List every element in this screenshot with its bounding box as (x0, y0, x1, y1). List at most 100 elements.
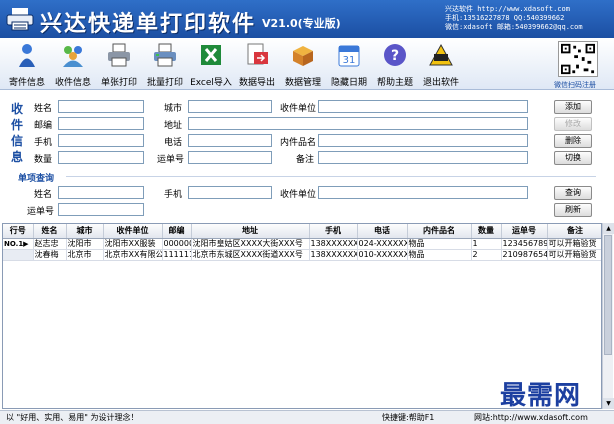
table-cell[interactable]: 北京市XX有限公 (103, 249, 163, 261)
column-header[interactable]: 姓名 (33, 224, 67, 239)
toolbar-label: 数据管理 (284, 78, 321, 88)
query-name-label: 姓名 (34, 190, 53, 200)
toolbar-excel-import-button[interactable]: Excel导入 (188, 40, 234, 88)
toolbar-label: 批量打印 (146, 78, 183, 88)
postcode-input[interactable] (58, 117, 144, 130)
table-cell[interactable]: 物品 (407, 238, 472, 250)
toolbar-single-print-button[interactable]: 单张打印 (96, 40, 142, 88)
table-cell[interactable]: 138XXXXXXXX (309, 238, 358, 250)
phone-input[interactable] (188, 134, 272, 147)
delete-button[interactable]: 删除 (554, 134, 592, 148)
column-header[interactable]: 行号 (3, 224, 34, 239)
toolbar-label: 退出软件 (422, 78, 459, 88)
waybill-input[interactable] (188, 151, 272, 164)
mobile-input[interactable] (58, 134, 144, 147)
table-row[interactable]: 沈春梅 北京市 北京市XX有限公 111111 北京市东城区XXXX街道XXX号… (3, 249, 601, 261)
edit-button[interactable]: 修改 (554, 117, 592, 131)
table-cell[interactable]: 沈春梅 (33, 249, 67, 261)
table-cell[interactable]: 赵志忠 (33, 238, 67, 250)
column-header[interactable]: 城市 (66, 224, 104, 239)
row-header[interactable] (3, 249, 34, 261)
item-label: 内件品名 (280, 138, 317, 148)
column-header[interactable]: 收件单位 (103, 224, 163, 239)
city-input[interactable] (188, 100, 272, 113)
column-header[interactable]: 邮编 (162, 224, 192, 239)
quantity-input[interactable] (58, 151, 144, 164)
table-cell[interactable]: 1 (471, 238, 502, 250)
column-header[interactable]: 内件品名 (407, 224, 472, 239)
query-waybill-input[interactable] (58, 203, 144, 216)
vertical-scrollbar[interactable]: ▲ ▼ (602, 223, 614, 409)
column-header[interactable]: 地址 (191, 224, 310, 239)
column-header[interactable]: 运单号 (501, 224, 548, 239)
table-cell[interactable]: 沈阳市皇姑区XXXX大街XXX号 (191, 238, 310, 250)
table-cell[interactable]: 沈阳市 (66, 238, 104, 250)
table-cell[interactable]: 210987654321 (501, 249, 548, 261)
phone-label: 电话 (164, 138, 183, 148)
address-label: 地址 (164, 121, 183, 131)
toolbar-label: 隐藏日期 (330, 78, 367, 88)
remark-input[interactable] (318, 151, 528, 164)
toolbar-exit-button[interactable]: 退出软件 (418, 40, 464, 88)
refresh-button[interactable]: 刷新 (554, 203, 592, 217)
table-cell[interactable]: 024-XXXXXXXX (357, 238, 408, 250)
table-cell[interactable]: 2 (471, 249, 502, 261)
table-cell[interactable]: 物品 (407, 249, 472, 261)
name-input[interactable] (58, 100, 144, 113)
contact-info: 兴达软件 http://www.xdasoft.com 手机:135162278… (445, 5, 614, 32)
contact-line-1: 兴达软件 http://www.xdasoft.com (445, 5, 570, 13)
contact-line-2: 手机:13516227878 QQ:540399662 (445, 14, 565, 22)
table-cell[interactable]: 可以开箱验货 (547, 238, 601, 250)
status-shortcut: 快捷键:帮助F1 (382, 413, 435, 422)
scroll-down-icon[interactable]: ▼ (603, 398, 614, 409)
side-char: 信 (10, 134, 23, 148)
column-header[interactable]: 手机 (309, 224, 358, 239)
calendar-icon: 31 (338, 45, 360, 67)
search-button[interactable]: 查询 (554, 186, 592, 200)
address-input[interactable] (188, 117, 528, 130)
svg-text:31: 31 (343, 55, 356, 66)
scroll-thumb[interactable] (604, 235, 612, 355)
query-company-input[interactable] (318, 186, 528, 199)
toolbar-label: 帮助主题 (376, 78, 413, 88)
row-header[interactable]: NO.1▶ (3, 238, 34, 250)
sender-person-icon (19, 44, 35, 67)
status-website: 网站:http://www.xdasoft.com (474, 413, 588, 422)
toolbar-sender-info-button[interactable]: 寄件信息 (4, 40, 50, 88)
toolbar-data-export-button[interactable]: 数据导出 (234, 40, 280, 88)
table-cell[interactable]: 北京市东城区XXXX街道XXX号 (191, 249, 310, 261)
column-header[interactable]: 电话 (357, 224, 408, 239)
company-input[interactable] (318, 100, 528, 113)
toolbar-batch-print-button[interactable]: 批量打印 (142, 40, 188, 88)
status-bar: 以 "好用、实用、易用" 为设计理念！ 快捷键:帮助F1 网站:http://w… (0, 410, 614, 424)
waybill-label: 运单号 (157, 155, 185, 165)
table-cell[interactable]: 北京市 (66, 249, 104, 261)
qr-label: 微信扫码注册 (554, 81, 596, 89)
toolbar-receiver-info-button[interactable]: 收件信息 (50, 40, 96, 88)
table-cell[interactable]: 111111 (162, 249, 192, 261)
table-cell[interactable]: 010-XXXXXXXX (357, 249, 408, 261)
table-cell[interactable]: 123456789012 (501, 238, 548, 250)
toolbar-hide-date-button[interactable]: 31 隐藏日期 (326, 40, 372, 88)
query-mobile-label: 手机 (164, 190, 183, 200)
add-button[interactable]: 添加 (554, 100, 592, 114)
toolbar-data-manage-button[interactable]: 数据管理 (280, 40, 326, 88)
qr-code-icon (558, 41, 598, 77)
table-cell[interactable]: 000000 (162, 238, 192, 250)
table-cell[interactable]: 可以开箱验货 (547, 249, 601, 261)
contact-line-3: 微信:xdasoft 邮箱:540399662@qq.com (445, 23, 583, 31)
query-mobile-input[interactable] (188, 186, 272, 199)
switch-button[interactable]: 切换 (554, 151, 592, 165)
item-input[interactable] (318, 134, 528, 147)
quantity-label: 数量 (34, 155, 53, 165)
table-cell[interactable]: 138XXXXXXXX (309, 249, 358, 261)
toolbar-help-button[interactable]: ? 帮助主题 (372, 40, 418, 88)
table-row[interactable]: NO.1▶ 赵志忠 沈阳市 沈阳市XX服装 000000 沈阳市皇姑区XXXX大… (3, 238, 601, 250)
column-header[interactable]: 数量 (471, 224, 502, 239)
toolbar-label: 数据导出 (238, 78, 275, 88)
table-cell[interactable]: 沈阳市XX服装 (103, 238, 163, 250)
toolbar-label: 收件信息 (54, 78, 91, 88)
query-name-input[interactable] (58, 186, 144, 199)
column-header[interactable]: 备注 (547, 224, 601, 239)
scroll-up-icon[interactable]: ▲ (603, 223, 614, 234)
